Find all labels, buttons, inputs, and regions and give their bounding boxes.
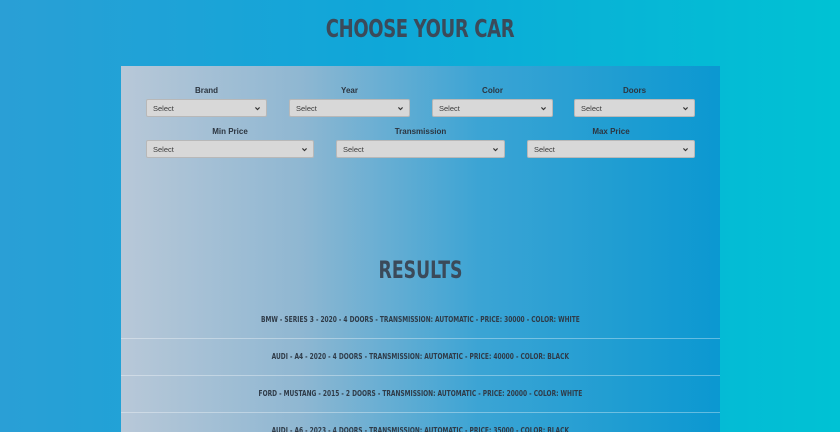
max-price-select-value: Select	[534, 145, 555, 154]
chevron-down-icon	[255, 107, 260, 111]
page-title: CHOOSE YOUR CAR	[325, 14, 515, 43]
transmission-select[interactable]: Select	[336, 140, 505, 158]
result-item[interactable]: AUDI - A6 - 2023 - 4 DOORS - TRANSMISSIO…	[121, 413, 720, 432]
transmission-filter: Transmission Select	[336, 127, 505, 158]
brand-select[interactable]: Select	[146, 99, 267, 117]
min-price-filter: Min Price Select	[146, 127, 314, 158]
year-select[interactable]: Select	[289, 99, 410, 117]
chevron-down-icon	[493, 148, 498, 152]
transmission-label: Transmission	[394, 127, 447, 136]
result-item-text: FORD - MUSTANG - 2015 - 2 DOORS - TRANSM…	[258, 389, 583, 398]
min-price-label: Min Price	[212, 127, 248, 136]
result-item[interactable]: FORD - MUSTANG - 2015 - 2 DOORS - TRANSM…	[121, 376, 720, 413]
result-item[interactable]: AUDI - A4 - 2020 - 4 DOORS - TRANSMISSIO…	[121, 339, 720, 376]
transmission-select-value: Select	[343, 145, 364, 154]
brand-filter: Brand Select	[146, 86, 267, 117]
results-title: RESULTS	[378, 256, 463, 284]
chevron-down-icon	[541, 107, 546, 111]
result-item-text: AUDI - A4 - 2020 - 4 DOORS - TRANSMISSIO…	[271, 352, 570, 361]
result-item[interactable]: BMW - SERIES 3 - 2020 - 4 DOORS - TRANSM…	[121, 302, 720, 339]
result-item-text: BMW - SERIES 3 - 2020 - 4 DOORS - TRANSM…	[261, 315, 580, 324]
color-select-value: Select	[439, 104, 460, 113]
color-filter: Color Select	[432, 86, 553, 117]
min-price-select-value: Select	[153, 145, 174, 154]
chevron-down-icon	[683, 148, 688, 152]
brand-select-value: Select	[153, 104, 174, 113]
year-select-value: Select	[296, 104, 317, 113]
color-label: Color	[482, 86, 503, 95]
year-label: Year	[341, 86, 358, 95]
doors-select[interactable]: Select	[574, 99, 695, 117]
color-select[interactable]: Select	[432, 99, 553, 117]
min-price-select[interactable]: Select	[146, 140, 314, 158]
chevron-down-icon	[302, 148, 307, 152]
results-list: BMW - SERIES 3 - 2020 - 4 DOORS - TRANSM…	[121, 302, 720, 432]
doors-select-value: Select	[581, 104, 602, 113]
doors-label: Doors	[622, 86, 647, 95]
chevron-down-icon	[683, 107, 688, 111]
year-filter: Year Select	[289, 86, 410, 117]
doors-filter: Doors Select	[574, 86, 695, 117]
max-price-filter: Max Price Select	[527, 127, 695, 158]
result-item-text: AUDI - A6 - 2023 - 4 DOORS - TRANSMISSIO…	[271, 426, 570, 432]
chevron-down-icon	[398, 107, 403, 111]
max-price-select[interactable]: Select	[527, 140, 695, 158]
brand-label: Brand	[194, 86, 219, 95]
max-price-label: Max Price	[592, 127, 630, 136]
search-panel: Brand Select Year Select Color Select Do…	[121, 66, 720, 432]
